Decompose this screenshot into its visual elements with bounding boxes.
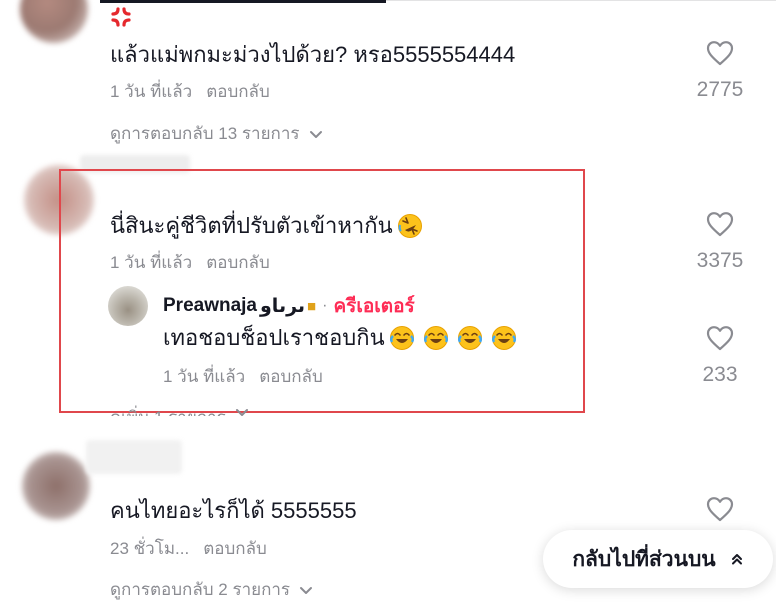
comment-2-text-content: นี่สินะคู่ชีวิตที่ปรับตัวเข้าหากัน: [110, 213, 393, 238]
comment-1-like-count: 2775: [696, 78, 744, 101]
comment-2-view-more[interactable]: ดูเพิ่ม 1 รายการ: [110, 404, 250, 416]
view-more-label: ดูเพิ่ม 1 รายการ: [110, 404, 226, 416]
comment-3-time: 23 ชั่วโม...: [110, 539, 190, 558]
top-divider: [386, 0, 776, 1]
tears-of-joy-icon: [423, 325, 448, 350]
reply-text: เทอชอบช็อปเราชอบกิน: [163, 320, 517, 355]
chevron-down-icon: [300, 586, 313, 594]
comment-1-meta: 1 วัน ที่แล้ว ตอบกลับ: [110, 78, 270, 105]
reply-header: Preawnaja ىرىاو ■ · ครีเอเตอร์: [163, 291, 415, 321]
anger-icon: [110, 6, 132, 33]
comment-1-reply-button[interactable]: ตอบกลับ: [206, 82, 270, 101]
tears-of-joy-icon: [491, 325, 516, 350]
comment-2-text: นี่สินะคู่ชีวิตที่ปรับตัวเข้าหากัน: [110, 208, 423, 243]
comment-1-like[interactable]: 2775: [690, 40, 750, 102]
comment-1-text: แล้วแม่พกมะม่วงไปด้วย? หรอ5555554444: [110, 42, 516, 67]
leopard-emoji-icon: ■: [307, 297, 317, 315]
double-chevron-up-icon: [731, 554, 742, 565]
comment-3-like[interactable]: [690, 496, 750, 522]
creator-badge: ครีเอเตอร์: [333, 296, 415, 317]
reply-avatar[interactable]: [108, 286, 148, 326]
tears-of-joy-icon: [457, 325, 482, 350]
reply-like-count: 233: [702, 363, 738, 386]
comment-3-avatar[interactable]: [22, 452, 90, 520]
view-replies-label: ดูการตอบกลับ 13 รายการ: [110, 124, 300, 143]
reply-time: 1 วัน ที่แล้ว: [163, 367, 246, 386]
reply-username[interactable]: Preawnaja: [163, 295, 257, 317]
laughing-emoji-group: [389, 325, 517, 351]
tears-of-joy-icon: [389, 325, 414, 350]
reply-meta: 1 วัน ที่แล้ว ตอบกลับ: [163, 363, 323, 390]
separator-dot: ·: [322, 297, 328, 314]
reply-text-content: เทอชอบช็อปเราชอบกิน: [163, 325, 385, 350]
comment-3-reply-button[interactable]: ตอบกลับ: [203, 539, 267, 558]
view-replies-label: ดูการตอบกลับ 2 รายการ: [110, 580, 291, 599]
comment-3-text: คนไทยอะไรก็ได้ 5555555: [110, 498, 357, 523]
heart-icon: [706, 326, 734, 351]
reply-username-suffix: ىرىاو: [260, 295, 306, 317]
comment-2-time: 1 วัน ที่แล้ว: [110, 253, 193, 272]
reply-like[interactable]: 233: [690, 325, 750, 387]
heart-icon: [706, 497, 734, 522]
back-to-top-label: กลับไปที่ส่วนบน: [572, 547, 716, 571]
comment-2-like[interactable]: 3375: [690, 211, 750, 273]
back-to-top-button[interactable]: กลับไปที่ส่วนบน: [543, 530, 773, 588]
comment-3-username-redacted: [86, 440, 182, 474]
reply-reply-button[interactable]: ตอบกลับ: [259, 367, 323, 386]
comment-1-view-replies[interactable]: ดูการตอบกลับ 13 รายการ: [110, 120, 324, 147]
comment-3-meta: 23 ชั่วโม... ตอบกลับ: [110, 535, 267, 562]
comment-2-like-count: 3375: [696, 249, 744, 272]
rofl-emoji-icon: [397, 213, 422, 238]
chevron-down-icon: [309, 130, 322, 138]
active-tab-indicator: [100, 0, 386, 3]
comment-1-time: 1 วัน ที่แล้ว: [110, 82, 193, 101]
heart-icon: [706, 212, 734, 237]
chevron-down-icon: [235, 409, 248, 416]
comment-2-reply-button[interactable]: ตอบกลับ: [206, 253, 270, 272]
comment-2-meta: 1 วัน ที่แล้ว ตอบกลับ: [110, 249, 270, 276]
comment-3-view-replies[interactable]: ดูการตอบกลับ 2 รายการ: [110, 576, 314, 603]
comment-1-avatar[interactable]: [20, 0, 88, 43]
heart-icon: [706, 41, 734, 66]
